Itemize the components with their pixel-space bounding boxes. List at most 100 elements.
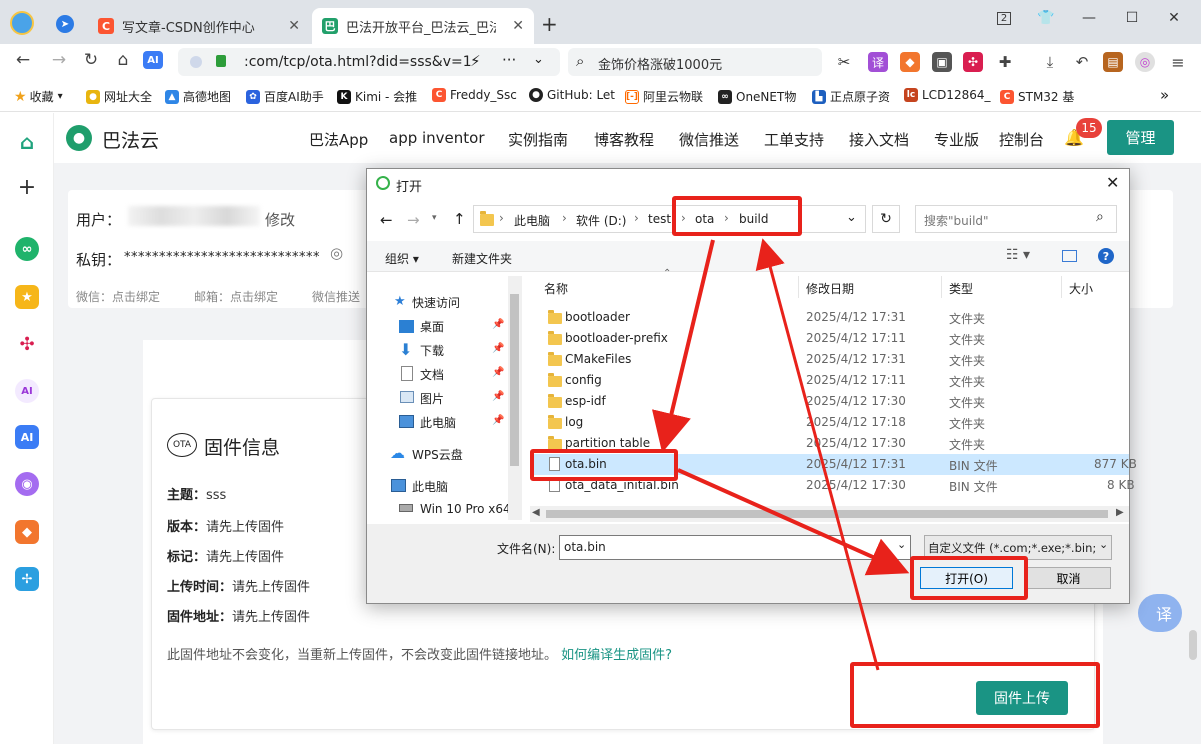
bookmark-item[interactable]: [-] 阿里云物联: [625, 88, 703, 105]
column-type[interactable]: 类型: [949, 280, 973, 297]
column-name[interactable]: 名称: [544, 280, 568, 297]
bookmark-item[interactable]: ▲ 高德地图: [165, 88, 231, 105]
eye-off-icon[interactable]: ◎: [330, 244, 343, 262]
bookmark-item[interactable]: ✿ 百度AI助手: [246, 88, 324, 105]
close-icon[interactable]: ✕: [288, 18, 300, 34]
file-name[interactable]: bootloader-prefix: [565, 331, 668, 345]
wechat-bind[interactable]: 微信：点击绑定: [76, 288, 160, 305]
scroll-left-icon[interactable]: ◀: [532, 507, 540, 518]
link-icon[interactable]: ∞: [15, 237, 39, 261]
game-icon[interactable]: ◆: [15, 520, 39, 544]
new-folder-button[interactable]: 新建文件夹: [452, 250, 512, 267]
forward-icon[interactable]: →: [48, 50, 70, 70]
address-bar[interactable]: :com/tcp/ota.html?did=sss&v=1 ⚡ ··· ⌄: [178, 48, 560, 76]
filename-value[interactable]: ota.bin: [564, 540, 606, 554]
nav-examples[interactable]: 实例指南: [508, 129, 568, 150]
minimize-icon[interactable]: —: [1075, 6, 1103, 30]
tree-scroll-thumb[interactable]: [510, 294, 519, 466]
bookmark-item[interactable]: ● 网址大全: [86, 88, 152, 105]
book-icon[interactable]: ▣: [932, 52, 952, 72]
search-text[interactable]: 金饰价格涨破1000元: [598, 54, 722, 73]
maximize-icon[interactable]: ☐: [1118, 6, 1146, 30]
breadcrumb-this-pc[interactable]: 此电脑: [514, 212, 550, 229]
manage-button[interactable]: 管理: [1107, 120, 1174, 155]
search-box[interactable]: ⌕ 金饰价格涨破1000元: [568, 48, 822, 76]
ai-icon[interactable]: AI: [15, 425, 39, 449]
window-counter-icon[interactable]: 2: [990, 6, 1018, 30]
nav-wechat-push[interactable]: 微信推送: [679, 129, 739, 150]
file-name[interactable]: esp-idf: [565, 394, 606, 408]
star-app-icon[interactable]: ★: [15, 285, 39, 309]
view-options-icon[interactable]: ☷ ▾: [1006, 247, 1030, 263]
site-info-icon[interactable]: [190, 56, 202, 68]
email-bind[interactable]: 邮箱：点击绑定: [194, 288, 278, 305]
pin-icon[interactable]: 📌: [492, 343, 504, 354]
breadcrumb-drive[interactable]: 软件 (D:): [576, 212, 626, 229]
dialog-close-icon[interactable]: ✕: [1106, 173, 1119, 192]
tree-documents[interactable]: 文档: [420, 366, 444, 383]
close-icon[interactable]: ✕: [512, 18, 524, 34]
column-date[interactable]: 修改日期: [806, 280, 854, 297]
tree-this-pc-root[interactable]: 此电脑: [412, 478, 448, 495]
close-window-icon[interactable]: ✕: [1160, 6, 1188, 30]
refresh-button[interactable]: ↻: [872, 205, 900, 233]
tab-search-icon[interactable]: ➤: [56, 15, 74, 33]
up-icon[interactable]: ↑: [453, 210, 466, 228]
tree-pictures[interactable]: 图片: [420, 390, 444, 407]
robot-icon[interactable]: ◉: [15, 472, 39, 496]
ai-circle-icon[interactable]: AI: [15, 379, 39, 403]
more-icon[interactable]: ···: [502, 51, 516, 69]
scissors-icon[interactable]: ✂: [834, 52, 854, 72]
briefcase-icon[interactable]: ▤: [1103, 52, 1123, 72]
wechat-push-link[interactable]: 微信推送: [312, 288, 360, 305]
add-icon[interactable]: +: [15, 175, 39, 200]
home-icon[interactable]: ⌂: [15, 130, 39, 154]
chevron-down-icon[interactable]: ⌄: [1099, 538, 1108, 551]
file-name[interactable]: log: [565, 415, 583, 429]
back-icon[interactable]: ←: [380, 211, 393, 229]
extension-icon[interactable]: ✚: [995, 52, 1015, 72]
puzzle-icon[interactable]: ✢: [15, 567, 39, 591]
new-tab-icon[interactable]: +: [541, 12, 558, 36]
nav-console[interactable]: 控制台: [999, 129, 1044, 150]
bafayun-logo-icon[interactable]: ●: [66, 125, 92, 151]
help-link[interactable]: 如何编译生成固件?: [561, 648, 672, 663]
chevron-down-icon[interactable]: ⌄: [897, 538, 906, 551]
tree-quick-access[interactable]: 快速访问: [412, 294, 460, 311]
bookmark-favorites[interactable]: ★ 收藏 ▾: [14, 88, 63, 105]
bookmark-item[interactable]: K Kimi - 会推: [337, 88, 417, 105]
url-text[interactable]: :com/tcp/ota.html?did=sss&v=1: [244, 54, 472, 70]
chevron-down-icon[interactable]: ⌄: [533, 52, 544, 67]
pin-icon[interactable]: 📌: [492, 415, 504, 426]
history-chevron-icon[interactable]: ▾: [432, 213, 437, 223]
file-name[interactable]: partition table: [565, 436, 650, 450]
tab-csdn[interactable]: C 写文章-CSDN创作中心 ✕: [88, 8, 310, 44]
file-name[interactable]: CMakeFiles: [565, 352, 631, 366]
hscroll-thumb[interactable]: [546, 510, 1108, 518]
tree-wps-cloud[interactable]: WPS云盘: [412, 446, 463, 463]
tree-desktop[interactable]: 桌面: [420, 318, 444, 335]
column-size[interactable]: 大小: [1069, 280, 1093, 297]
lightning-icon[interactable]: ⚡: [470, 52, 481, 70]
bookmark-item[interactable]: lc LCD12864_: [904, 88, 990, 102]
file-name[interactable]: bootloader: [565, 310, 630, 324]
menu-icon[interactable]: ≡: [1168, 52, 1188, 72]
chevron-down-icon[interactable]: ⌄: [846, 210, 857, 225]
breadcrumb-test[interactable]: test: [648, 212, 671, 226]
bookmark-item[interactable]: ▙ 正点原子资: [812, 88, 890, 105]
pin-icon[interactable]: 📌: [492, 319, 504, 330]
nav-tickets[interactable]: 工单支持: [764, 129, 824, 150]
scroll-right-icon[interactable]: ▶: [1116, 507, 1124, 518]
nav-app[interactable]: 巴法App: [309, 129, 368, 150]
bookmark-item[interactable]: C STM32 基: [1000, 88, 1074, 105]
ai-circle-icon[interactable]: ◎: [1135, 52, 1155, 72]
bookmark-item[interactable]: C Freddy_Ssc: [432, 88, 517, 102]
bookmarks-more-icon[interactable]: »: [1160, 86, 1169, 104]
reload-icon[interactable]: ↻: [80, 50, 102, 70]
bookmark-item[interactable]: ∞ OneNET物: [718, 88, 796, 105]
brand-name[interactable]: 巴法云: [102, 126, 159, 153]
network-icon[interactable]: ✣: [963, 52, 983, 72]
help-icon[interactable]: ?: [1098, 248, 1114, 264]
network-icon[interactable]: ✣: [15, 332, 39, 356]
nav-docs[interactable]: 接入文档: [849, 129, 909, 150]
